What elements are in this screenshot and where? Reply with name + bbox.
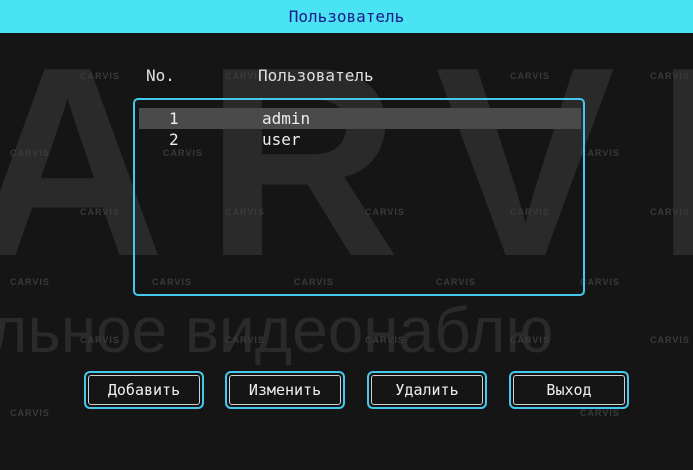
watermark-logo: CARVIS (10, 277, 50, 287)
user-row-user[interactable]: 2 user (139, 129, 581, 150)
watermark-logo: CARVIS (580, 277, 620, 287)
watermark-logo: CARVIS (10, 148, 50, 158)
watermark-logo: CARVIS (225, 335, 265, 345)
watermark-logo: CARVIS (510, 71, 550, 81)
delete-button-label: Удалить (371, 375, 483, 405)
exit-button-label: Выход (513, 375, 625, 405)
column-header-no: No. (146, 66, 175, 85)
watermark-logo: CARVIS (510, 335, 550, 345)
edit-button[interactable]: Изменить (225, 371, 345, 409)
add-button[interactable]: Добавить (84, 371, 204, 409)
user-list[interactable]: 1 admin 2 user (133, 98, 585, 296)
user-row-number: 1 (169, 109, 179, 128)
watermark-logo: CARVIS (650, 207, 690, 217)
column-header-user: Пользователь (258, 66, 374, 85)
user-row-name: admin (262, 109, 311, 128)
user-row-admin[interactable]: 1 admin (139, 108, 581, 129)
user-row-name: user (262, 130, 301, 149)
watermark-logo: CARVIS (10, 408, 50, 418)
add-button-label: Добавить (88, 375, 200, 405)
watermark-logo: CARVIS (580, 148, 620, 158)
user-row-number: 2 (169, 130, 179, 149)
watermark-logo: CARVIS (580, 408, 620, 418)
watermark-logo: CARVIS (80, 71, 120, 81)
watermark-logo: CARVIS (365, 335, 405, 345)
watermark-logo: CARVIS (80, 207, 120, 217)
user-management-screen: ARVIS льное видеонаблю CARVIS CARVIS CAR… (0, 33, 693, 470)
window-title-bar: Пользователь (0, 0, 693, 33)
edit-button-label: Изменить (229, 375, 341, 405)
delete-button[interactable]: Удалить (367, 371, 487, 409)
watermark-logo: CARVIS (80, 335, 120, 345)
watermark-subtitle: льное видеонаблю (0, 294, 554, 366)
exit-button[interactable]: Выход (509, 371, 629, 409)
watermark-logo: CARVIS (650, 71, 690, 81)
window-title: Пользователь (288, 7, 405, 26)
watermark-logo: CARVIS (650, 335, 690, 345)
